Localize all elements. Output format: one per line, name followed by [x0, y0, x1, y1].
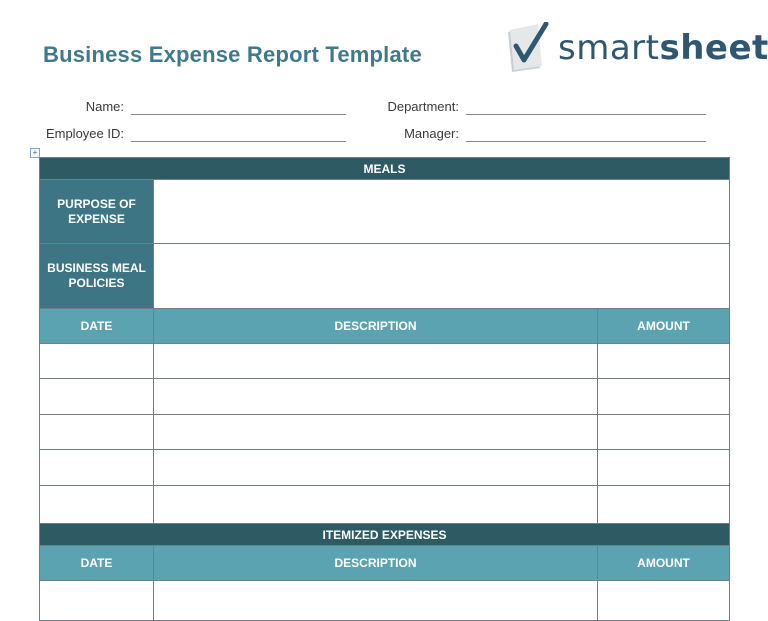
amount-cell[interactable] [596, 485, 731, 524]
date-cell[interactable] [39, 580, 154, 621]
column-header-amount: AMOUNT [596, 308, 731, 344]
description-cell[interactable] [153, 580, 598, 621]
purpose-input-cell[interactable] [152, 179, 731, 244]
table-row [39, 414, 731, 450]
employee-id-label: Employee ID: [45, 126, 124, 141]
date-cell[interactable] [39, 378, 154, 415]
table-row [39, 378, 731, 415]
meals-section-title: MEALS [38, 157, 731, 180]
column-header-date: DATE [39, 545, 154, 581]
date-cell[interactable] [39, 485, 154, 524]
purpose-row: PURPOSE OF EXPENSE [39, 179, 731, 244]
policies-row: BUSINESS MEAL POLICIES [39, 243, 731, 309]
amount-cell[interactable] [596, 343, 731, 379]
description-cell[interactable] [153, 485, 598, 524]
amount-cell[interactable] [596, 580, 731, 621]
itemized-section-title: ITEMIZED EXPENSES [38, 523, 731, 546]
smartsheet-logo: smartsheet [506, 22, 768, 74]
policies-label: BUSINESS MEAL POLICIES [39, 243, 154, 309]
column-header-date: DATE [39, 308, 154, 344]
manager-label: Manager: [404, 126, 459, 141]
amount-cell[interactable] [596, 414, 731, 450]
date-cell[interactable] [39, 414, 154, 450]
description-cell[interactable] [153, 449, 598, 486]
name-field[interactable] [131, 114, 346, 115]
manager-field[interactable] [466, 141, 706, 142]
checkmark-logo-icon [508, 22, 549, 72]
description-cell[interactable] [153, 343, 598, 379]
itemized-column-header-row: DATE DESCRIPTION AMOUNT [39, 545, 731, 581]
table-row [39, 485, 731, 524]
meals-column-header-row: DATE DESCRIPTION AMOUNT [39, 308, 731, 344]
date-cell[interactable] [39, 343, 154, 379]
table-row [39, 343, 731, 379]
column-header-description: DESCRIPTION [153, 308, 598, 344]
description-cell[interactable] [153, 378, 598, 415]
name-label: Name: [85, 99, 124, 114]
department-field[interactable] [466, 114, 706, 115]
column-header-description: DESCRIPTION [153, 545, 598, 581]
table-row [39, 449, 731, 486]
itemized-section-header: ITEMIZED EXPENSES [38, 523, 731, 546]
page-title: Business Expense Report Template [43, 42, 422, 67]
policies-input-cell[interactable] [152, 243, 731, 309]
table-row [39, 580, 731, 621]
logo-wordmark: smartsheet [558, 28, 768, 68]
amount-cell[interactable] [596, 449, 731, 486]
description-cell[interactable] [153, 414, 598, 450]
employee-id-field[interactable] [131, 141, 346, 142]
meals-section-header: MEALS [38, 157, 731, 180]
department-label: Department: [387, 99, 459, 114]
date-cell[interactable] [39, 449, 154, 486]
amount-cell[interactable] [596, 378, 731, 415]
column-header-amount: AMOUNT [596, 545, 731, 581]
purpose-label: PURPOSE OF EXPENSE [39, 179, 154, 244]
expense-table: MEALS PURPOSE OF EXPENSE BUSINESS MEAL P… [38, 157, 731, 621]
